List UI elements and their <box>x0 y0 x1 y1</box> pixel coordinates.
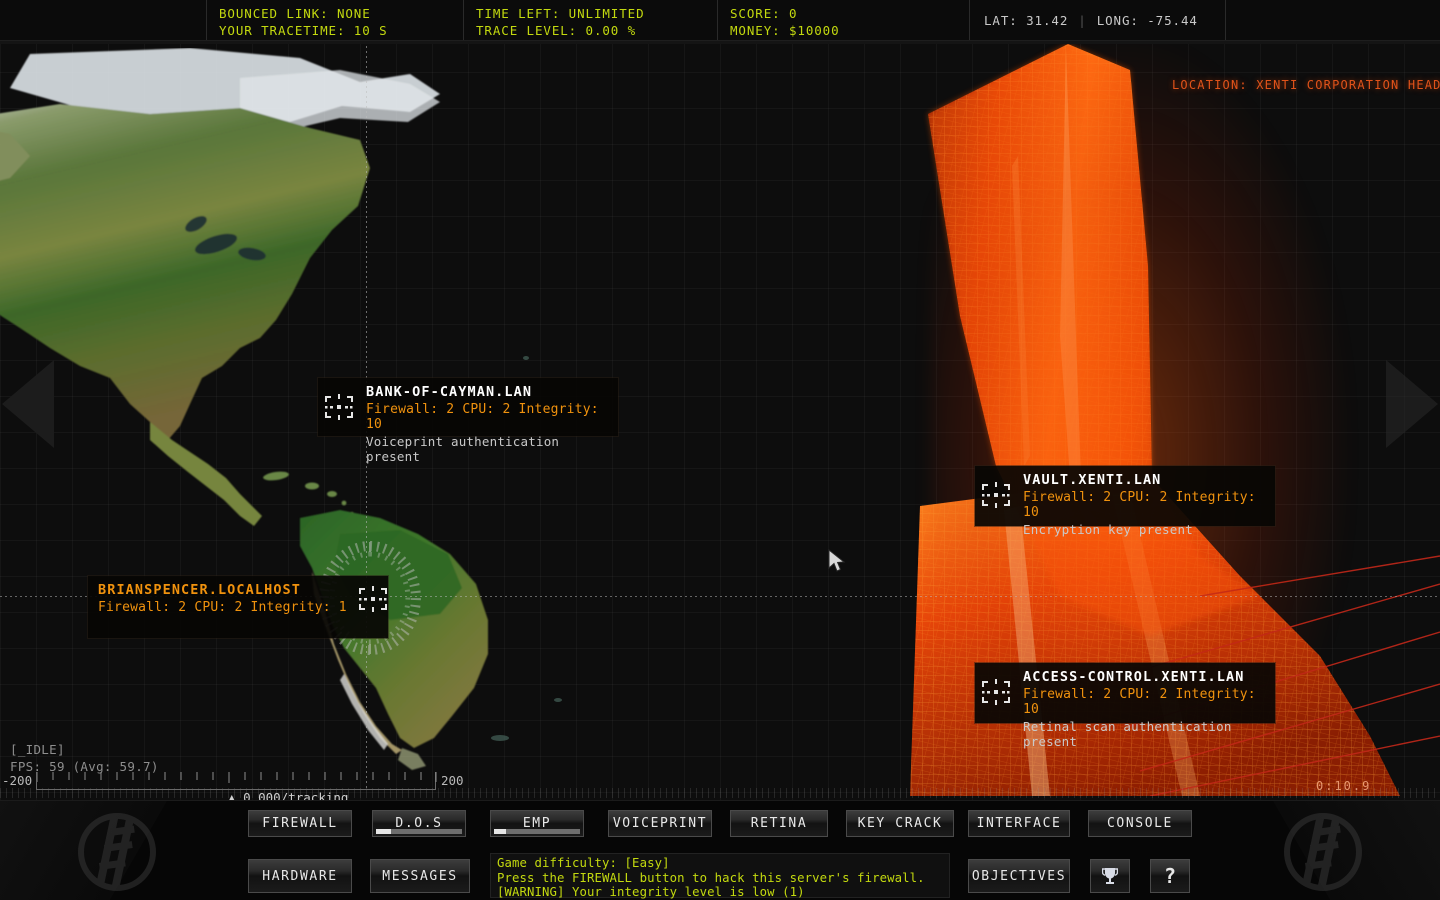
action-button-voiceprint[interactable]: VOICEPRINT <box>608 810 712 837</box>
node-stats: Firewall: 2 CPU: 2 Integrity: 10 <box>1023 687 1263 717</box>
button-label: FIREWALL <box>262 816 337 831</box>
scale-track[interactable] <box>36 772 436 790</box>
status-bar-left-spacer <box>0 0 206 40</box>
trace-level-value: Trace level: 0.00 % <box>476 23 707 38</box>
node-title: VAULT.XENTI.LAN <box>1023 472 1263 488</box>
nav-arrow-right-icon[interactable] <box>1386 360 1438 448</box>
node-note: Retinal scan authentication present <box>1023 719 1263 749</box>
console-line-difficulty: Game difficulty: [Easy] <box>497 856 943 871</box>
action-button-emp[interactable]: EMP <box>490 810 584 837</box>
action-button-messages[interactable]: MESSAGES <box>370 859 470 893</box>
game-screen: 0:10.9 <box>0 0 1440 900</box>
coordinates-readout: LAT: 31.42 | LONG: -75.44 <box>970 0 1226 40</box>
bounced-link-value: Bounced link: NONE <box>219 6 453 21</box>
scale-ticks <box>37 772 437 790</box>
mouse-cursor <box>828 549 848 575</box>
longitude-value: LONG: -75.44 <box>1097 13 1198 28</box>
score-value: Score: 0 <box>730 6 959 21</box>
action-button-console[interactable]: CONSOLE <box>1088 810 1192 837</box>
node-note: Voiceprint authentication present <box>366 434 606 464</box>
action-button-interface[interactable]: INTERFACE <box>968 810 1070 837</box>
node-card-access-control-xenti[interactable]: ACCESS-CONTROL.XENTI.LAN Firewall: 2 CPU… <box>975 663 1275 723</box>
action-button-objectives[interactable]: OBJECTIVES <box>968 859 1070 893</box>
console-log[interactable]: Game difficulty: [Easy] Press the FIREWA… <box>490 853 950 898</box>
latitude-value: LAT: 31.42 <box>984 13 1068 28</box>
scale-max-label: 200 <box>441 773 464 788</box>
console-line-hint: Press the FIREWALL button to hack this s… <box>497 871 943 886</box>
node-reticle-icon <box>979 677 1013 707</box>
node-stats: Firewall: 2 CPU: 2 Integrity: 10 <box>1023 490 1263 520</box>
map-scale-widget[interactable]: -200 200 <box>0 770 470 802</box>
node-stats: Firewall: 2 CPU: 2 Integrity: 10 <box>366 402 606 432</box>
button-label: HARDWARE <box>262 869 337 884</box>
emp-charge-bar <box>494 829 580 834</box>
node-card-brianspencer-localhost[interactable]: BRIANSPENCER.LOCALHOST Firewall: 2 CPU: … <box>88 576 388 638</box>
emp-charge-fill <box>494 829 506 834</box>
dos-charge-fill <box>376 829 391 834</box>
node-reticle-icon <box>322 392 356 422</box>
console-line-warning: [WARNING] Your integrity level is low (1… <box>497 885 943 900</box>
brand-logo-left-icon <box>52 809 182 895</box>
scale-min-label: -200 <box>2 773 32 788</box>
trophy-icon-button[interactable] <box>1090 859 1130 893</box>
action-button-key-crack[interactable]: KEY CRACK <box>846 810 954 837</box>
node-title: BRIANSPENCER.LOCALHOST <box>98 582 376 598</box>
status-cell-time: Time left: unlimited Trace level: 0.00 % <box>464 0 718 40</box>
button-label: CONSOLE <box>1107 816 1173 831</box>
time-left-value: Time left: unlimited <box>476 6 707 21</box>
nav-arrow-left-icon[interactable] <box>2 360 54 448</box>
tracetime-value: Your tracetime: 10 s <box>219 23 453 38</box>
node-title: Bank-Of-Cayman.lan <box>366 384 606 400</box>
button-label: KEY CRACK <box>858 816 943 831</box>
node-reticle-icon <box>356 584 390 614</box>
node-stats: Firewall: 2 CPU: 2 Integrity: 1 <box>98 600 376 615</box>
node-title: ACCESS-CONTROL.XENTI.LAN <box>1023 669 1263 685</box>
node-card-bank-of-cayman[interactable]: Bank-Of-Cayman.lan Firewall: 2 CPU: 2 In… <box>318 378 618 436</box>
coordinate-separator: | <box>1078 13 1086 28</box>
button-label: MESSAGES <box>382 869 457 884</box>
status-bar: Bounced link: NONE Your tracetime: 10 s … <box>0 0 1440 41</box>
help-icon: ? <box>1164 864 1176 888</box>
engine-state: [_IDLE] <box>10 741 159 758</box>
button-label: VOICEPRINT <box>613 816 707 831</box>
help-icon-button[interactable]: ? <box>1150 859 1190 893</box>
action-button-dos[interactable]: D.O.S <box>372 810 466 837</box>
status-cell-link: Bounced link: NONE Your tracetime: 10 s <box>206 0 464 40</box>
money-value: Money: $10000 <box>730 23 959 38</box>
header-underline <box>0 41 1440 44</box>
dos-charge-bar <box>376 829 462 834</box>
action-button-firewall[interactable]: FIREWALL <box>248 810 352 837</box>
trophy-icon <box>1102 866 1118 886</box>
location-label: Location: XENTI CORPORATION HEADQUARTER <box>1172 78 1440 92</box>
action-button-retina[interactable]: RETINA <box>730 810 828 837</box>
brand-logo-right-icon <box>1258 809 1388 895</box>
node-reticle-icon <box>979 480 1013 510</box>
button-label: RETINA <box>751 816 808 831</box>
action-button-hardware[interactable]: HARDWARE <box>248 859 352 893</box>
button-label: INTERFACE <box>977 816 1062 831</box>
status-cell-score: Score: 0 Money: $10000 <box>718 0 970 40</box>
node-card-vault-xenti[interactable]: VAULT.XENTI.LAN Firewall: 2 CPU: 2 Integ… <box>975 466 1275 526</box>
button-label: OBJECTIVES <box>972 869 1066 884</box>
node-note: Encryption key present <box>1023 522 1263 537</box>
